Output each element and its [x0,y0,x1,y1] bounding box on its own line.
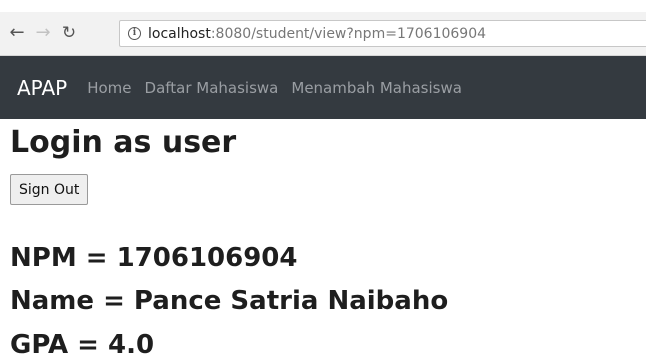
cropped-top-caption [0,0,646,12]
nav-link-menambah-mahasiswa[interactable]: Menambah Mahasiswa [291,79,462,97]
info-icon[interactable]: i [128,27,141,40]
nav-link-daftar-mahasiswa[interactable]: Daftar Mahasiswa [145,79,279,97]
sign-out-button[interactable]: Sign Out [10,174,89,205]
student-npm: NPM = 1706106904 [10,243,298,273]
navbar-brand[interactable]: APAP [17,76,67,100]
cropped-caption-text [4,0,9,9]
student-gpa: GPA = 4.0 [10,330,155,360]
back-arrow-icon[interactable]: ← [6,22,28,44]
student-name: Name = Pance Satria Naibaho [10,286,449,316]
browser-toolbar: ← → ↻ i localhost:8080/student/view?npm=… [0,12,646,56]
forward-arrow-icon[interactable]: → [32,22,54,44]
url-host: localhost [148,25,211,42]
nav-link-home[interactable]: Home [87,79,131,97]
url-path: :8080/student/view?npm=1706106904 [210,25,487,42]
page-title: Login as user [10,125,237,160]
navbar: APAP Home Daftar Mahasiswa Menambah Maha… [0,56,646,119]
address-bar[interactable]: i localhost:8080/student/view?npm=170610… [119,20,646,47]
reload-icon[interactable]: ↻ [58,22,80,44]
